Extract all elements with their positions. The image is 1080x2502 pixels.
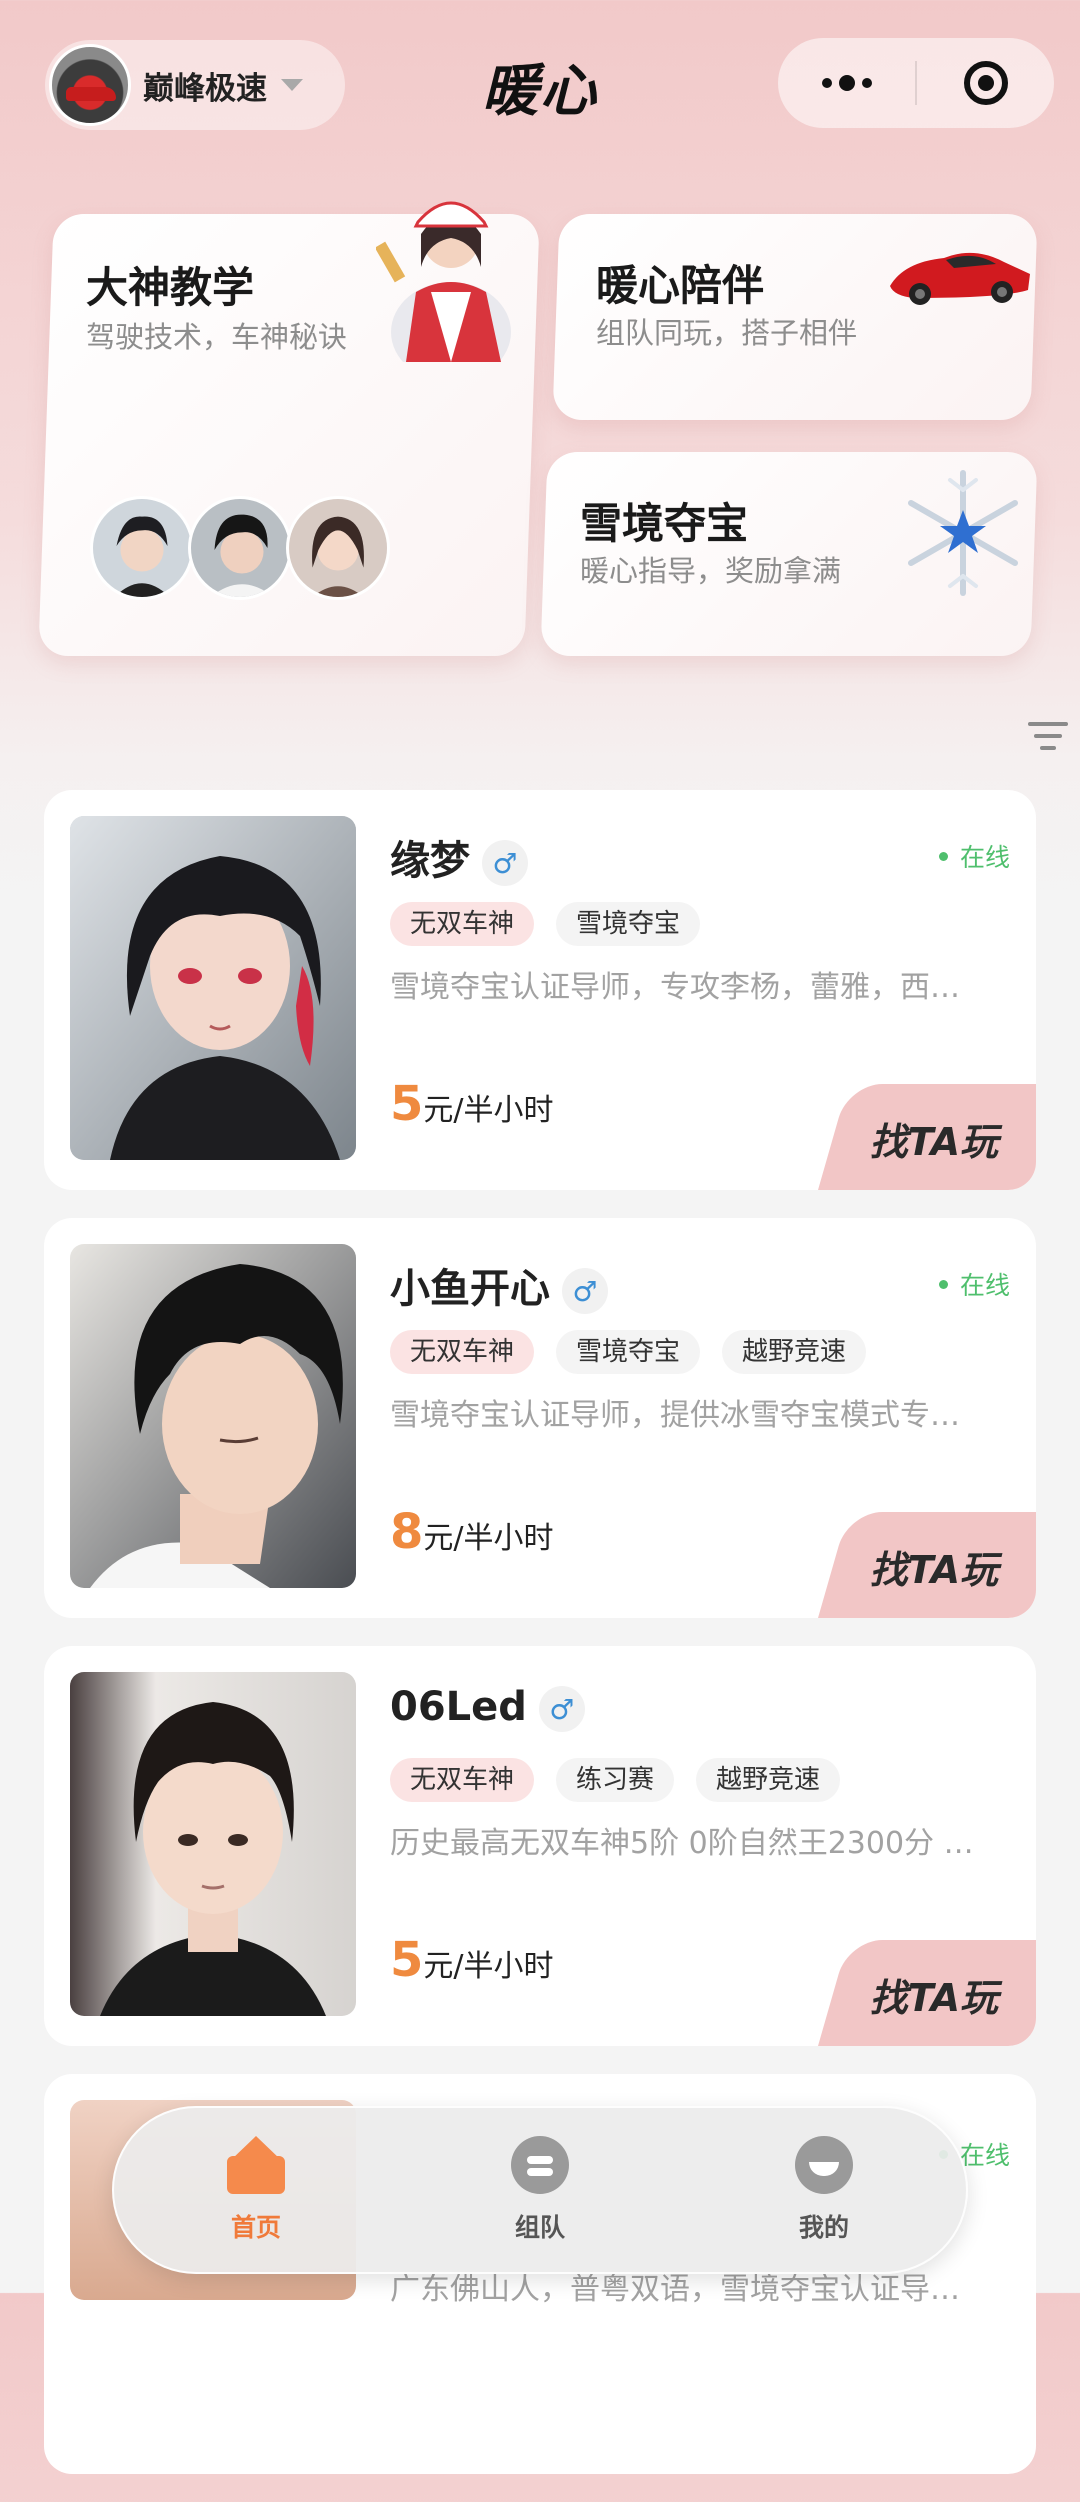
avatar: [286, 496, 390, 600]
price-unit: 元/半小时: [423, 1521, 554, 1556]
tab-label: 首页: [230, 2213, 281, 2242]
online-status: 在线: [939, 1266, 1010, 1302]
price: 5元/半小时: [390, 1076, 554, 1132]
companion-description: 历史最高无双车神5阶 0阶自然王2300分 …: [390, 1826, 974, 1861]
avatar: [90, 496, 194, 600]
tag: 无双车神: [390, 1758, 535, 1802]
find-ta-button[interactable]: 找TA玩: [870, 1967, 998, 2022]
feature-subtitle: 驾驶技术，车神秘诀: [86, 320, 348, 354]
racer-girl-illustration: [376, 201, 511, 362]
find-ta-button[interactable]: 找TA玩: [870, 1111, 998, 1166]
tab-label: 我的: [798, 2213, 849, 2242]
team-icon: [511, 2136, 569, 2194]
list-item[interactable]: 06Led♂ 在线 无双车神 练习赛 越野竞速 历史最高无双车神5阶 0阶自然王…: [44, 1646, 1036, 2046]
feature-subtitle: 组队同玩，搭子相伴: [596, 316, 858, 350]
tag-list: 无双车神 雪境夺宝: [390, 902, 701, 946]
feature-subtitle: 暖心指导，奖励拿满: [580, 554, 842, 588]
profile-icon: [795, 2136, 853, 2194]
tag: 越野竞速: [696, 1758, 841, 1802]
feature-title: 大神教学: [86, 263, 255, 312]
price-unit: 元/半小时: [423, 1093, 554, 1128]
male-gender-icon: ♂: [538, 1686, 585, 1732]
home-icon: [227, 2136, 285, 2194]
companion-description: 雪境夺宝认证导师，专攻李杨，蕾雅，西…: [390, 970, 960, 1005]
top-bar: 巅峰极速 暖心: [0, 0, 1080, 170]
feature-card-teaching[interactable]: 大神教学 驾驶技术，车神秘诀: [38, 201, 540, 656]
tag-list: 无双车神 雪境夺宝 越野竞速: [390, 1330, 867, 1374]
avatar: [188, 496, 292, 600]
feature-card-snow-treasure[interactable]: 雪境夺宝 暖心指导，奖励拿满: [540, 452, 1038, 656]
companion-photo: [70, 1672, 356, 2016]
sports-car-illustration: [890, 252, 1030, 305]
price-number: 5: [390, 1932, 424, 1988]
tab-team[interactable]: 组队: [440, 2136, 640, 2244]
snowflake-icon: [908, 470, 1018, 596]
companion-photo: [70, 1244, 356, 1588]
companion-name: 缘梦 ♂: [390, 828, 528, 886]
mini-program-capsule: [778, 38, 1054, 128]
price-number: 5: [390, 1076, 424, 1132]
tag: 雪境夺宝: [556, 1330, 701, 1374]
list-item[interactable]: 小鱼开心 ♂ 在线 无双车神 雪境夺宝 越野竞速 雪境夺宝认证导师，提供冰雪夺宝模…: [44, 1218, 1036, 1618]
find-ta-button[interactable]: 找TA玩: [870, 1539, 998, 1594]
tab-home[interactable]: 首页: [156, 2136, 356, 2244]
feature-card-companion[interactable]: 暖心陪伴 组队同玩，搭子相伴: [552, 214, 1038, 420]
tag: 雪境夺宝: [556, 902, 701, 946]
tab-profile[interactable]: 我的: [724, 2136, 924, 2244]
companion-photo: [70, 816, 356, 1160]
feature-title: 暖心陪伴: [596, 261, 765, 310]
tag: 无双车神: [390, 902, 535, 946]
companion-name: 小鱼开心 ♂: [390, 1256, 608, 1314]
companion-name: 06Led ♂: [390, 1684, 585, 1732]
tab-label: 组队: [514, 2213, 565, 2242]
target-close-icon[interactable]: [917, 61, 1054, 105]
more-dots-icon[interactable]: [778, 75, 915, 91]
price-number: 8: [390, 1504, 424, 1560]
tag-list: 无双车神 练习赛 越野竞速: [390, 1758, 841, 1802]
list-item[interactable]: 缘梦 ♂ 在线 无双车神 雪境夺宝 雪境夺宝认证导师，专攻李杨，蕾雅，西… 5元/…: [44, 790, 1036, 1190]
teacher-avatar-stack: [90, 496, 390, 600]
price-unit: 元/半小时: [423, 1949, 554, 1984]
feature-title: 雪境夺宝: [580, 499, 749, 548]
male-gender-icon: ♂: [482, 840, 528, 886]
companion-description: 雪境夺宝认证导师，提供冰雪夺宝模式专…: [390, 1398, 960, 1433]
price: 5元/半小时: [390, 1932, 554, 1988]
filter-icon[interactable]: [1028, 722, 1068, 758]
online-status: 在线: [939, 838, 1010, 874]
tag: 练习赛: [556, 1758, 675, 1802]
tag: 越野竞速: [722, 1330, 867, 1374]
price: 8元/半小时: [390, 1504, 554, 1560]
tag: 无双车神: [390, 1330, 535, 1374]
male-gender-icon: ♂: [562, 1268, 608, 1314]
bottom-tab-bar: 首页 组队 我的: [112, 2106, 968, 2274]
